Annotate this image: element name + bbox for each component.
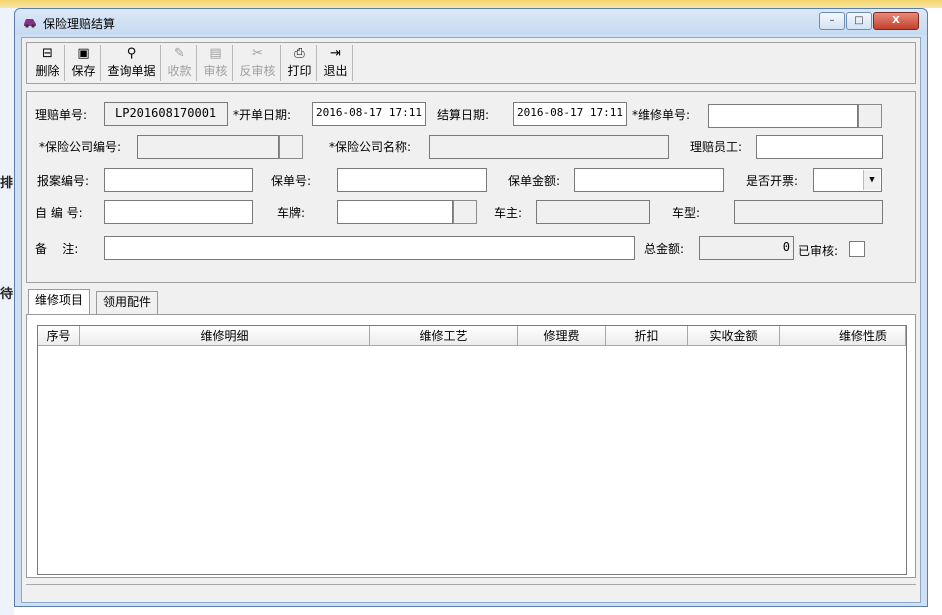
plate-field[interactable] [337, 200, 453, 224]
delete-icon: ⊟ [42, 46, 53, 61]
title-bar[interactable]: 保险理赔结算 – □ X [15, 9, 927, 35]
report-no-field[interactable] [104, 168, 253, 192]
policy-amount-field[interactable] [574, 168, 724, 192]
claim-staff-label: 理赔员工: [690, 140, 743, 154]
repair-items-grid[interactable]: 序号 维修明细 维修工艺 修理费 折扣 实收金额 维修性质 [37, 325, 907, 575]
remark-label: 备 注: [35, 242, 79, 256]
tab-content: 序号 维修明细 维修工艺 修理费 折扣 实收金额 维修性质 [26, 314, 916, 578]
unaudit-button[interactable]: ✂ 反审核 [235, 45, 281, 81]
model-label: 车型: [672, 206, 701, 220]
receive-label: 收款 [167, 64, 192, 78]
settle-date-label: 结算日期: [437, 108, 490, 122]
column-header[interactable]: 实收金额 [688, 326, 780, 346]
query-docs-label: 查询单据 [107, 64, 156, 78]
grid-header: 序号 维修明细 维修工艺 修理费 折扣 实收金额 维修性质 [38, 326, 906, 346]
save-label: 保存 [71, 64, 96, 78]
status-bar [26, 584, 916, 601]
unaudit-label: 反审核 [239, 64, 276, 78]
model-field[interactable] [734, 200, 883, 224]
repair-no-lookup-button[interactable] [858, 104, 882, 128]
audited-checkbox[interactable] [849, 241, 865, 257]
binoculars-icon: ⚲ [126, 46, 137, 61]
repair-no-label: *维修单号: [632, 108, 691, 122]
policy-no-label: 保单号: [271, 174, 312, 188]
column-header[interactable]: 折扣 [606, 326, 688, 346]
exit-button[interactable]: ⇥ 退出 [319, 45, 353, 81]
exit-label: 退出 [323, 64, 348, 78]
app-window: 保险理赔结算 – □ X ⊟ 删除 ▣ 保存 ⚲ 查询单据 ✎ 收款 ▤ 审核 … [14, 8, 928, 607]
self-no-label: 自 编 号: [35, 206, 83, 220]
close-button[interactable]: X [873, 12, 919, 30]
exit-icon: ⇥ [330, 46, 341, 61]
tab-repair-items[interactable]: 维修项目 [28, 289, 91, 314]
unaudit-icon: ✂ [252, 46, 263, 61]
form-panel: 理赔单号: LP201608170001 *开单日期: 2016-08-17 1… [26, 91, 916, 283]
ins-code-field[interactable] [137, 135, 279, 159]
save-icon: ▣ [77, 46, 90, 61]
settle-date-field[interactable]: 2016-08-17 17:11 [513, 102, 627, 126]
audited-label: 已审核: [798, 244, 839, 258]
self-no-field[interactable] [104, 200, 253, 224]
claim-staff-field[interactable] [756, 135, 883, 159]
claim-no-field[interactable]: LP201608170001 [104, 102, 228, 126]
audit-label: 审核 [203, 64, 228, 78]
claim-no-label: 理赔单号: [35, 108, 88, 122]
print-button[interactable]: ⎙ 打印 [283, 45, 317, 81]
desktop-text: 排 [0, 176, 14, 191]
printer-icon: ⎙ [294, 46, 305, 61]
audit-icon: ▤ [209, 46, 222, 61]
minimize-button[interactable]: – [819, 12, 845, 30]
remark-field[interactable] [104, 236, 635, 260]
report-no-label: 报案编号: [37, 174, 90, 188]
plate-lookup-button[interactable] [453, 200, 477, 224]
owner-label: 车主: [494, 206, 523, 220]
window-title: 保险理赔结算 [43, 17, 116, 31]
total-amount-field: 0 [699, 236, 794, 260]
delete-button[interactable]: ⊟ 删除 [31, 45, 65, 81]
column-header[interactable]: 维修性质 [780, 326, 906, 346]
column-header[interactable]: 序号 [38, 326, 80, 346]
delete-label: 删除 [35, 64, 60, 78]
client-area: ⊟ 删除 ▣ 保存 ⚲ 查询单据 ✎ 收款 ▤ 审核 ✂ 反审核 ⎙ 打印 ⇥ … [21, 37, 921, 603]
open-date-label: *开单日期: [233, 108, 292, 122]
total-label: 总金额: [644, 242, 685, 256]
plate-label: 车牌: [277, 206, 306, 220]
car-app-icon [23, 16, 37, 28]
ins-code-label: *保险公司编号: [39, 140, 122, 154]
column-header[interactable]: 修理费 [518, 326, 606, 346]
invoice-select[interactable]: ▼ [813, 168, 882, 192]
audit-button[interactable]: ▤ 审核 [199, 45, 233, 81]
tab-parts-issued[interactable]: 领用配件 [96, 291, 159, 314]
policy-amount-label: 保单金额: [508, 174, 561, 188]
policy-no-field[interactable] [337, 168, 487, 192]
print-label: 打印 [287, 64, 312, 78]
chevron-down-icon[interactable]: ▼ [863, 170, 880, 190]
column-header[interactable]: 维修工艺 [370, 326, 518, 346]
ins-name-field[interactable] [429, 135, 669, 159]
column-header[interactable]: 维修明细 [80, 326, 370, 346]
toolbar: ⊟ 删除 ▣ 保存 ⚲ 查询单据 ✎ 收款 ▤ 审核 ✂ 反审核 ⎙ 打印 ⇥ … [26, 42, 916, 84]
receive-icon: ✎ [174, 46, 185, 61]
invoice-label: 是否开票: [746, 174, 799, 188]
ins-name-label: *保险公司名称: [329, 140, 412, 154]
owner-field[interactable] [536, 200, 650, 224]
ins-code-lookup-button[interactable] [279, 135, 303, 159]
save-button[interactable]: ▣ 保存 [67, 45, 101, 81]
desktop-text: 待 [0, 287, 14, 302]
desktop-taskbar-strip [0, 0, 942, 8]
receive-button[interactable]: ✎ 收款 [163, 45, 197, 81]
maximize-button[interactable]: □ [846, 12, 872, 30]
desktop-background [0, 8, 14, 615]
open-date-field[interactable]: 2016-08-17 17:11 [312, 102, 426, 126]
repair-no-field[interactable] [708, 104, 858, 128]
query-docs-button[interactable]: ⚲ 查询单据 [103, 45, 161, 81]
